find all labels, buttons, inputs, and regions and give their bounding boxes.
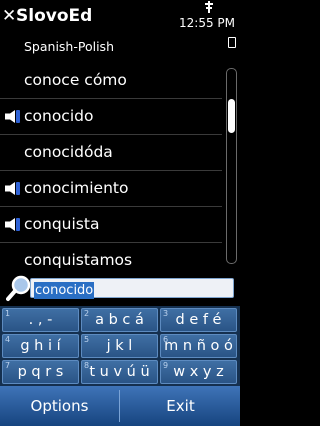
list-item[interactable]: conquista (0, 206, 222, 243)
keypad: 1 . , - 2 a b c á 3 d e f é 4 g h i í 5 … (0, 306, 240, 386)
key-8[interactable]: 8 t u v ú ü (81, 360, 158, 384)
search-value: conocido (34, 282, 95, 299)
word-list: conoce cómo conocido conocidóda conocimi… (0, 62, 222, 269)
list-item[interactable]: conocido (0, 98, 222, 135)
softkey-bar: Options Exit (0, 386, 240, 426)
list-item[interactable]: conocidóda (0, 134, 222, 171)
key-4[interactable]: 4 g h i í (2, 334, 79, 358)
word-label: conquista (24, 215, 100, 233)
word-label: conocido (24, 107, 94, 125)
word-label: conocidóda (24, 143, 113, 161)
word-label: conoce cómo (24, 71, 127, 89)
key-6[interactable]: 6 m n ñ o ó (160, 334, 237, 358)
key-label: t u v ú ü (89, 364, 150, 380)
softkey-divider (119, 390, 120, 422)
key-label: a b c á (95, 312, 144, 328)
scrollbar[interactable] (226, 68, 237, 264)
key-label: j k l (106, 338, 133, 354)
status-bar: ✕ SlovoEd 12:55 PM Spanish-Polish (0, 0, 240, 54)
list-item[interactable]: conoce cómo (0, 62, 222, 99)
key-label: . , - (28, 312, 53, 328)
key-9[interactable]: 9 w x y z (160, 360, 237, 384)
key-label: w x y z (173, 364, 224, 380)
key-label: m n ñ o ó (164, 338, 233, 354)
search-input[interactable]: conocido (30, 278, 234, 299)
options-button[interactable]: Options (0, 386, 119, 426)
key-5[interactable]: 5 j k l (81, 334, 158, 358)
speaker-icon[interactable] (5, 110, 21, 123)
close-icon[interactable]: ✕ (2, 6, 16, 26)
dictionary-name: Spanish-Polish (24, 39, 114, 54)
key-3[interactable]: 3 d e f é (160, 308, 237, 332)
list-item[interactable]: conocimiento (0, 170, 222, 207)
app-title: SlovoEd (16, 6, 93, 26)
key-1[interactable]: 1 . , - (2, 308, 79, 332)
battery-icon (228, 37, 236, 48)
word-label: conocimiento (24, 179, 129, 197)
word-label: conquistamos (24, 251, 133, 269)
key-label: g h i í (20, 338, 61, 354)
scrollbar-thumb[interactable] (228, 99, 235, 133)
search-bar: conocido (0, 270, 240, 306)
key-7[interactable]: 7 p q r s (2, 360, 79, 384)
key-label: d e f é (175, 312, 222, 328)
speaker-icon[interactable] (5, 218, 21, 231)
search-icon (6, 275, 31, 301)
signal-icon (205, 1, 213, 13)
clock: 12:55 PM (179, 16, 235, 30)
key-label: p q r s (17, 364, 64, 380)
key-2[interactable]: 2 a b c á (81, 308, 158, 332)
exit-button[interactable]: Exit (121, 386, 240, 426)
speaker-icon[interactable] (5, 182, 21, 195)
